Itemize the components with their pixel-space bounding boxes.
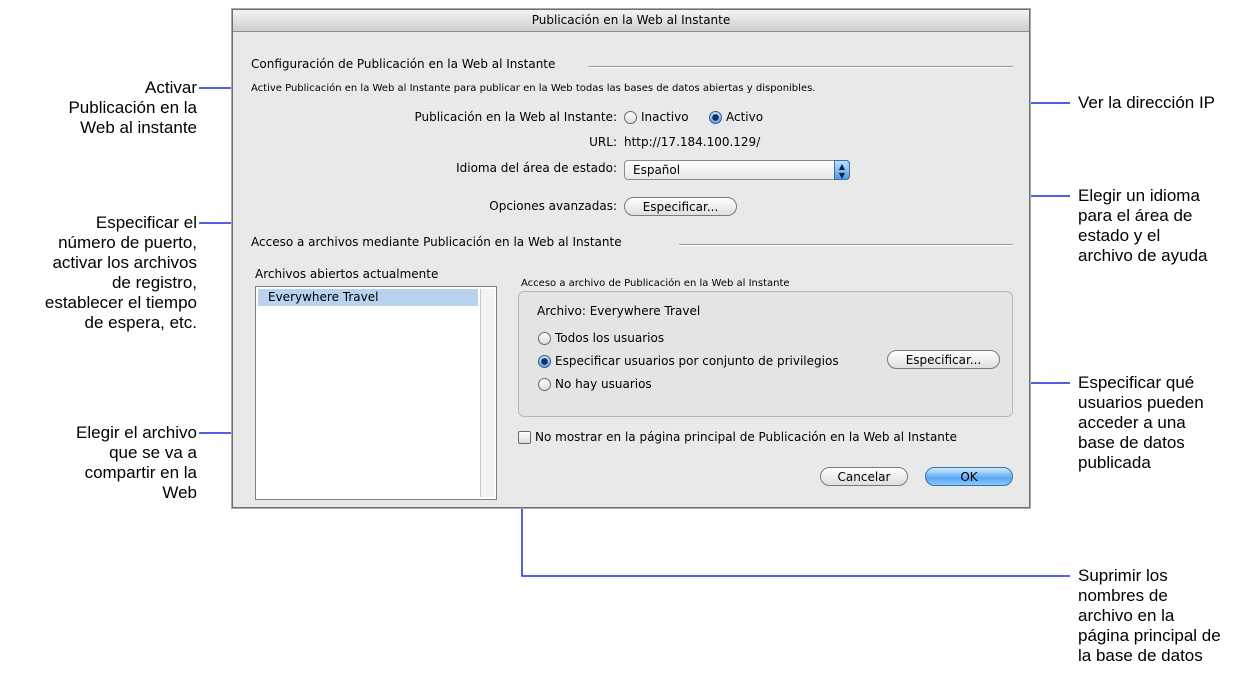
url-value: http://17.184.100.129/ [624, 135, 761, 149]
radio-privilege-set[interactable] [538, 355, 551, 368]
callout-text: para el área de [1078, 206, 1193, 225]
language-popup[interactable]: Español ▲ ▼ [624, 160, 850, 180]
callout-text: nombres de [1078, 586, 1168, 605]
callout-text: publicada [1078, 453, 1151, 472]
radio-all-users[interactable] [538, 332, 551, 345]
section-divider [679, 244, 1013, 246]
callout-text: establecer el tiempo [44, 293, 197, 312]
language-label: Idioma del área de estado: [456, 161, 617, 175]
callout-elegir-archivo: Elegir el archivo que se va a compartir … [30, 423, 197, 503]
radio-active[interactable] [709, 111, 722, 124]
iwp-label: Publicación en la Web al Instante: [414, 110, 617, 124]
updown-arrows-icon: ▲ ▼ [834, 160, 850, 180]
callout-text: archivo en la [1078, 606, 1175, 625]
callout-text: de espera, etc. [84, 313, 197, 332]
callout-especificar-puerto: Especificar el número de puerto, activar… [20, 213, 197, 333]
callout-ip: Ver la dirección IP [1078, 93, 1215, 113]
ok-button[interactable]: OK [925, 467, 1013, 486]
callout-text: archivo de ayuda [1078, 246, 1208, 265]
config-heading: Configuración de Publicación en la Web a… [251, 57, 556, 71]
language-value: Español [633, 163, 681, 177]
callout-text: Ver la dirección IP [1078, 93, 1216, 112]
file-label: Archivo: Everywhere Travel [537, 304, 701, 318]
open-files-list[interactable]: Everywhere Travel [255, 286, 497, 500]
section-divider [588, 66, 1013, 68]
list-scrollbar[interactable] [480, 289, 494, 497]
callout-activar: Activar Publicación en la Web al instant… [40, 78, 197, 138]
advanced-label: Opciones avanzadas: [489, 199, 617, 213]
access-heading: Acceso a archivos mediante Publicación e… [251, 235, 622, 249]
callout-text: de registro, [111, 273, 197, 292]
access-group-title: Acceso a archivo de Publicación en la We… [521, 278, 790, 289]
callout-text: la base de datos [1078, 646, 1203, 665]
config-description: Active Publicación en la Web al Instante… [251, 83, 816, 94]
iwp-dialog: Publicación en la Web al Instante Config… [232, 9, 1030, 508]
radio-active-label[interactable]: Activo [726, 110, 763, 124]
privilege-specify-button[interactable]: Especificar... [887, 350, 1000, 369]
radio-privilege-set-label[interactable]: Especificar usuarios por conjunto de pri… [555, 354, 839, 368]
callout-text: Elegir un idioma [1078, 186, 1200, 205]
callout-text: página principal de [1078, 626, 1221, 645]
callout-text: Web [162, 483, 197, 502]
open-files-label: Archivos abiertos actualmente [255, 267, 439, 281]
advanced-specify-button[interactable]: Especificar... [624, 197, 737, 216]
radio-no-users[interactable] [538, 378, 551, 391]
callout-text: usuarios pueden [1078, 393, 1204, 412]
hide-checkbox-label[interactable]: No mostrar en la página principal de Pub… [535, 430, 957, 444]
callout-idioma: Elegir un idioma para el área de estado … [1078, 186, 1207, 266]
callout-text: que se va a [109, 443, 197, 462]
radio-inactive[interactable] [624, 111, 637, 124]
callout-especificar-usuarios: Especificar qué usuarios pueden acceder … [1078, 373, 1204, 473]
callout-text: Especificar el [95, 213, 197, 232]
cancel-button[interactable]: Cancelar [820, 467, 908, 486]
callout-text: Activar [145, 78, 197, 97]
callout-text: base de datos [1078, 433, 1185, 452]
callout-text: Publicación en la [68, 98, 197, 117]
radio-inactive-label[interactable]: Inactivo [641, 110, 689, 124]
list-item[interactable]: Everywhere Travel [258, 289, 478, 306]
callout-text: acceder a una [1078, 413, 1186, 432]
callout-text: Especificar qué [1078, 373, 1195, 392]
hide-checkbox[interactable] [518, 431, 531, 444]
radio-no-users-label[interactable]: No hay usuarios [555, 377, 652, 391]
callout-text: número de puerto, [58, 233, 197, 252]
callout-text: Suprimir los [1078, 566, 1168, 585]
callout-suprimir: Suprimir los nombres de archivo en la pá… [1078, 566, 1221, 666]
radio-all-users-label[interactable]: Todos los usuarios [555, 331, 664, 345]
callout-text: estado y el [1078, 226, 1161, 245]
access-groupbox: Archivo: Everywhere Travel Todos los usu… [518, 291, 1013, 417]
window-title[interactable]: Publicación en la Web al Instante [233, 10, 1029, 32]
url-label: URL: [589, 135, 617, 149]
callout-text: compartir en la [84, 463, 197, 482]
callout-text: activar los archivos [52, 253, 197, 272]
callout-text: Web al instante [80, 118, 197, 137]
callout-text: Elegir el archivo [76, 423, 197, 442]
